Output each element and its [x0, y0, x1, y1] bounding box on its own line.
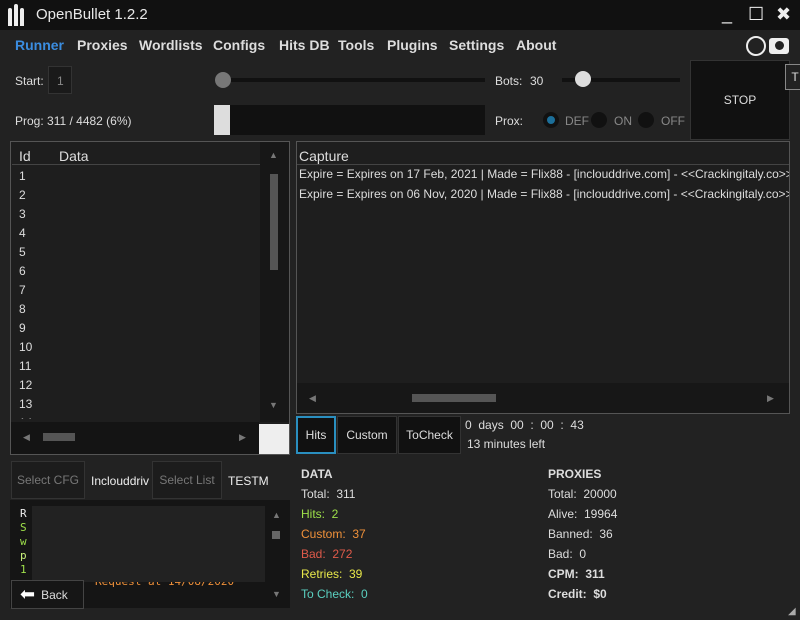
prox-def-label: DEF — [565, 114, 589, 128]
data-row-id[interactable]: 6 — [19, 262, 32, 281]
log-scroll-thumb[interactable] — [272, 531, 280, 539]
log-lines: RSwp1 — [20, 507, 27, 577]
log-line: p — [20, 549, 27, 562]
data-retries: Retries: 39 — [301, 567, 363, 581]
log-overlay — [32, 506, 265, 582]
data-row-id[interactable]: 4 — [19, 224, 32, 243]
proxies-bad: Bad: 0 — [548, 547, 587, 561]
log-scroll-up[interactable]: ▲ — [272, 510, 281, 520]
data-custom: Custom: 37 — [301, 527, 366, 541]
data-row-id[interactable]: 13 — [19, 395, 32, 414]
capture-horizontal-scrollbar[interactable]: ◀ ▶ — [297, 383, 789, 413]
start-slider[interactable] — [215, 78, 485, 82]
data-hits: Hits: 2 — [301, 507, 339, 521]
nav-proxies[interactable]: Proxies — [77, 37, 128, 53]
close-button[interactable]: ✖ — [776, 4, 791, 25]
nav-runner[interactable]: Runner — [15, 37, 64, 53]
tab-tocheck[interactable]: ToCheck — [398, 416, 461, 454]
nav-configs[interactable]: Configs — [213, 37, 265, 53]
bots-value: 30 — [530, 74, 544, 88]
log-scroll-down[interactable]: ▼ — [272, 589, 281, 599]
capture-panel — [296, 141, 790, 414]
camera-icon[interactable] — [769, 38, 789, 54]
cpm: CPM: 311 — [548, 567, 605, 581]
nav-hitsdb[interactable]: Hits DB — [279, 37, 330, 53]
data-row-id[interactable]: 2 — [19, 186, 32, 205]
column-data[interactable]: Data — [59, 148, 89, 164]
bots-slider-knob[interactable] — [575, 71, 591, 87]
window-title: OpenBullet 1.2.2 — [36, 6, 148, 23]
progress-label: Prog: 311 / 4482 (6%) — [15, 114, 132, 128]
data-row-id[interactable]: 14 — [19, 414, 32, 419]
side-tab[interactable]: T — [785, 64, 800, 90]
minimize-button[interactable]: _ — [722, 4, 732, 25]
data-list — [10, 141, 290, 455]
data-bad: Bad: 272 — [301, 547, 353, 561]
log-line: R — [20, 507, 27, 520]
list-name: TESTM — [228, 474, 269, 488]
proxies-title: PROXIES — [548, 467, 602, 481]
proxies-banned: Banned: 36 — [548, 527, 613, 541]
progress-bar — [214, 105, 485, 135]
credit: Credit: $0 — [548, 587, 607, 601]
data-tocheck: To Check: 0 — [301, 587, 368, 601]
vertical-scrollbar[interactable]: ▲ ▼ — [260, 142, 289, 422]
capture-row[interactable]: Expire = Expires on 17 Feb, 2021 | Made … — [299, 167, 789, 181]
capture-header[interactable]: Capture — [299, 148, 349, 164]
data-row-id[interactable]: 7 — [19, 281, 32, 300]
data-row-id[interactable]: 11 — [19, 357, 32, 376]
time-remaining: 13 minutes left — [467, 437, 546, 451]
id-column: 1234567891011121314 — [19, 167, 32, 419]
stop-button[interactable]: STOP — [690, 60, 790, 140]
nav-about[interactable]: About — [516, 37, 556, 53]
start-input[interactable]: 1 — [48, 66, 72, 94]
log-line: S — [20, 521, 27, 534]
select-list-button[interactable]: Select List — [152, 461, 222, 499]
tab-hits[interactable]: Hits — [296, 416, 336, 454]
prox-label: Prox: — [495, 114, 524, 128]
horizontal-scrollbar[interactable]: ◀ ▶ — [11, 422, 259, 454]
back-arrow-icon: ⬅ — [20, 584, 36, 604]
data-row-id[interactable]: 5 — [19, 243, 32, 262]
cfg-name: Inclouddriv — [91, 474, 150, 488]
column-id[interactable]: Id — [19, 148, 31, 164]
data-row-id[interactable]: 1 — [19, 167, 32, 186]
prox-radio-off[interactable] — [638, 112, 654, 128]
prox-radio-def[interactable] — [543, 112, 559, 128]
proxies-total: Total: 20000 — [548, 487, 617, 501]
data-row-id[interactable]: 3 — [19, 205, 32, 224]
openbullet-logo-icon — [8, 4, 24, 26]
data-row-id[interactable]: 8 — [19, 300, 32, 319]
resize-grip-icon[interactable]: ◢ — [788, 606, 796, 617]
data-title: DATA — [301, 467, 333, 481]
capture-row[interactable]: Expire = Expires on 06 Nov, 2020 | Made … — [299, 187, 789, 201]
data-row-id[interactable]: 9 — [19, 319, 32, 338]
log-line: w — [20, 535, 27, 548]
back-label: Back — [41, 587, 68, 602]
start-label: Start: — [15, 74, 44, 88]
prox-on-label: ON — [614, 114, 632, 128]
select-cfg-button[interactable]: Select CFG — [11, 461, 85, 499]
history-icon[interactable] — [746, 36, 766, 56]
back-button[interactable]: ⬅ Back — [11, 580, 84, 609]
bots-label: Bots: — [495, 74, 523, 88]
maximize-button[interactable]: ☐ — [748, 4, 764, 25]
scroll-corner — [259, 424, 289, 454]
nav-settings[interactable]: Settings — [449, 37, 504, 53]
prox-radio-on[interactable] — [591, 112, 607, 128]
data-total: Total: 311 — [301, 487, 356, 501]
data-row-id[interactable]: 12 — [19, 376, 32, 395]
nav-wordlists[interactable]: Wordlists — [139, 37, 203, 53]
prox-off-label: OFF — [661, 114, 685, 128]
elapsed-time: 0 days 00 : 00 : 43 — [465, 418, 584, 432]
nav-tools[interactable]: Tools — [338, 37, 374, 53]
log-line: 1 — [20, 563, 27, 576]
start-slider-knob[interactable] — [215, 72, 231, 88]
nav-plugins[interactable]: Plugins — [387, 37, 438, 53]
data-row-id[interactable]: 10 — [19, 338, 32, 357]
proxies-alive: Alive: 19964 — [548, 507, 618, 521]
tab-custom[interactable]: Custom — [337, 416, 397, 454]
